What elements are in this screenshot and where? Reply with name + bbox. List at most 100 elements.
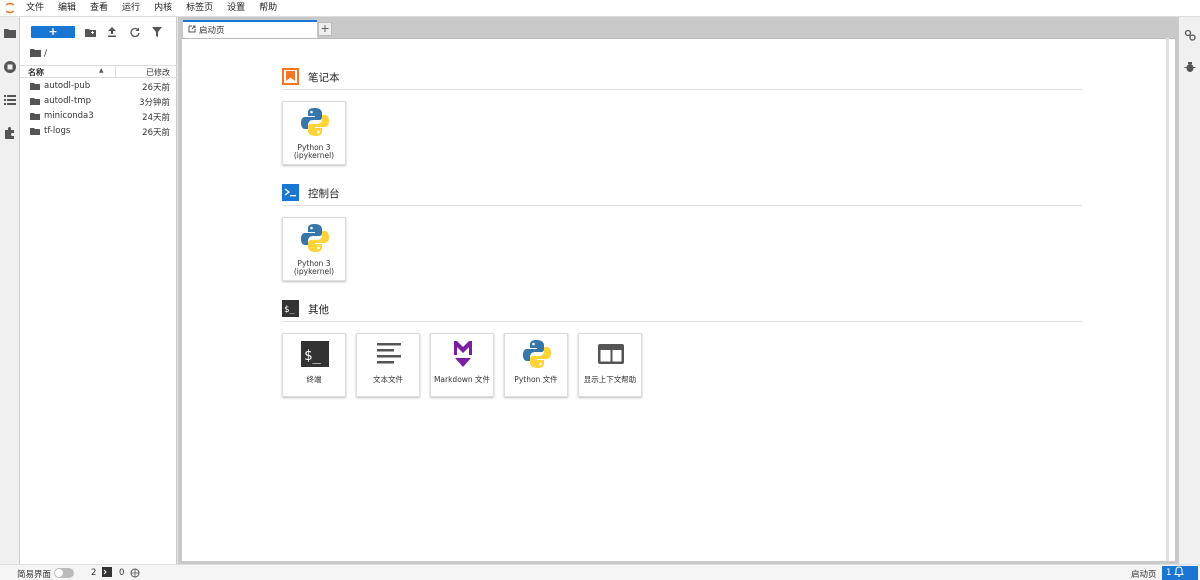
launcher-card-terminal[interactable]: $_ 终端 bbox=[282, 333, 346, 397]
launcher-card-context-help[interactable]: 显示上下文帮助 bbox=[578, 333, 642, 397]
menu-run[interactable]: 运行 bbox=[115, 0, 147, 17]
launcher-card-python-file[interactable]: Python 文件 bbox=[504, 333, 568, 397]
tab-bar: 启动页 + bbox=[178, 17, 1178, 38]
svg-text:$_: $_ bbox=[284, 305, 295, 315]
kernels-count[interactable]: 0 bbox=[119, 568, 124, 578]
console-section-header: 控制台 bbox=[282, 184, 1082, 206]
file-name: tf-logs bbox=[44, 126, 71, 136]
python-icon bbox=[300, 107, 330, 137]
section-divider bbox=[282, 89, 1082, 90]
kernel-status-icon bbox=[130, 568, 140, 580]
breadcrumb: / bbox=[30, 47, 47, 61]
file-name: autodl-pub bbox=[44, 81, 91, 91]
breadcrumb-root[interactable]: / bbox=[44, 49, 47, 59]
folder-icon bbox=[30, 112, 40, 123]
file-list-header: 名称 ▲ 已修改 bbox=[20, 65, 177, 78]
notebook-section-header: 笔记本 bbox=[282, 68, 1082, 90]
file-row[interactable]: miniconda3 24天前 bbox=[20, 109, 177, 124]
python-icon bbox=[522, 339, 552, 369]
terminals-count[interactable]: 2 bbox=[91, 568, 96, 578]
file-list: autodl-pub 26天前 autodl-tmp 3分钟前 minicond… bbox=[20, 79, 177, 139]
python-icon bbox=[300, 223, 330, 253]
menu-help[interactable]: 帮助 bbox=[252, 0, 284, 17]
other-section-header: $_ 其他 bbox=[282, 300, 1082, 322]
bell-icon bbox=[1174, 566, 1185, 580]
launcher-card-console-python3[interactable]: Python 3 (ipykernel) bbox=[282, 217, 346, 281]
toggle-knob bbox=[55, 569, 63, 577]
section-title: 控制台 bbox=[308, 188, 340, 200]
file-browser-toolbar: + bbox=[20, 17, 177, 47]
file-row[interactable]: tf-logs 26天前 bbox=[20, 124, 177, 139]
left-sidebar-rail bbox=[0, 17, 20, 564]
home-folder-icon[interactable] bbox=[30, 48, 41, 60]
menu-bar: 文件 编辑 查看 运行 内核 标签页 设置 帮助 bbox=[0, 0, 1200, 17]
folder-icon bbox=[30, 97, 40, 108]
simple-mode-label: 简易界面 bbox=[17, 570, 52, 580]
launcher-card-notebook-python3[interactable]: Python 3 (ipykernel) bbox=[282, 101, 346, 165]
file-modified: 3分钟前 bbox=[139, 98, 170, 108]
vertical-scrollbar[interactable] bbox=[1166, 38, 1169, 561]
upload-icon[interactable] bbox=[105, 25, 119, 39]
notification-button[interactable]: 1 bbox=[1162, 566, 1198, 580]
launcher-panel: 笔记本 Python 3 (ipykernel) 控制台 Python 3 (i… bbox=[182, 38, 1175, 561]
terminal-icon: $_ bbox=[300, 339, 330, 369]
refresh-icon[interactable] bbox=[128, 25, 142, 39]
menu-settings[interactable]: 设置 bbox=[220, 0, 252, 17]
extension-icon[interactable] bbox=[0, 123, 20, 143]
file-modified: 26天前 bbox=[142, 128, 170, 138]
launcher-card-markdown-file[interactable]: Markdown 文件 bbox=[430, 333, 494, 397]
right-sidebar-rail bbox=[1178, 17, 1200, 564]
file-name: miniconda3 bbox=[44, 111, 94, 121]
menu-file[interactable]: 文件 bbox=[20, 0, 51, 17]
debugger-icon[interactable] bbox=[1180, 57, 1200, 77]
column-modified-header[interactable]: 已修改 bbox=[146, 67, 170, 78]
section-title: 笔记本 bbox=[308, 72, 340, 84]
terminal-status-icon bbox=[102, 567, 112, 580]
active-tab-status: 启动页 bbox=[1131, 570, 1157, 580]
file-row[interactable]: autodl-tmp 3分钟前 bbox=[20, 94, 177, 109]
jupyter-logo-icon bbox=[0, 0, 20, 17]
notebook-icon bbox=[282, 68, 299, 85]
new-folder-icon[interactable] bbox=[83, 25, 97, 39]
card-label: 文本文件 bbox=[373, 375, 403, 384]
file-name: autodl-tmp bbox=[44, 96, 91, 106]
tab-launcher[interactable]: 启动页 bbox=[183, 20, 317, 38]
menu-kernel[interactable]: 内核 bbox=[147, 0, 179, 17]
column-divider[interactable] bbox=[115, 66, 116, 77]
file-row[interactable]: autodl-pub 26天前 bbox=[20, 79, 177, 94]
text-file-icon bbox=[374, 339, 404, 369]
add-tab-button[interactable]: + bbox=[318, 22, 332, 36]
folder-icon bbox=[30, 82, 40, 93]
notification-count: 1 bbox=[1166, 568, 1172, 578]
running-icon[interactable] bbox=[0, 57, 20, 77]
console-icon bbox=[282, 184, 299, 201]
file-modified: 24天前 bbox=[142, 113, 170, 123]
launch-icon bbox=[188, 25, 196, 36]
svg-text:$_: $_ bbox=[304, 348, 321, 364]
card-label: Python 文件 bbox=[514, 375, 558, 384]
folder-icon[interactable] bbox=[0, 23, 20, 43]
card-label: 终端 bbox=[306, 375, 322, 384]
card-label-line2: (ipykernel) bbox=[293, 267, 335, 276]
markdown-icon bbox=[448, 339, 478, 369]
main-dock-area: 启动页 + 笔记本 Python 3 (ipykernel) 控制台 Pytho… bbox=[178, 17, 1178, 564]
tab-label: 启动页 bbox=[199, 26, 225, 36]
file-browser-panel: + / 名称 ▲ 已修改 autodl-pub 26天前 autodl-tmp … bbox=[20, 17, 177, 564]
section-divider bbox=[282, 205, 1082, 206]
menu-edit[interactable]: 编辑 bbox=[51, 0, 83, 17]
filter-icon[interactable] bbox=[150, 25, 164, 39]
simple-mode-toggle[interactable] bbox=[54, 568, 74, 578]
menu-tabs[interactable]: 标签页 bbox=[179, 0, 220, 17]
launcher-card-text-file[interactable]: 文本文件 bbox=[356, 333, 420, 397]
card-label-line2: (ipykernel) bbox=[293, 151, 335, 160]
card-label: Python 3 (ipykernel) bbox=[283, 144, 345, 160]
folder-icon bbox=[30, 127, 40, 138]
menu-view[interactable]: 查看 bbox=[83, 0, 115, 17]
status-bar: 简易界面 2 0 启动页 1 bbox=[0, 564, 1200, 580]
property-inspector-icon[interactable] bbox=[1180, 25, 1200, 45]
section-divider bbox=[282, 321, 1082, 322]
toc-icon[interactable] bbox=[0, 90, 20, 110]
new-launcher-button[interactable]: + bbox=[31, 26, 75, 38]
sort-asc-icon: ▲ bbox=[99, 67, 104, 74]
column-name-header[interactable]: 名称 bbox=[28, 67, 44, 78]
